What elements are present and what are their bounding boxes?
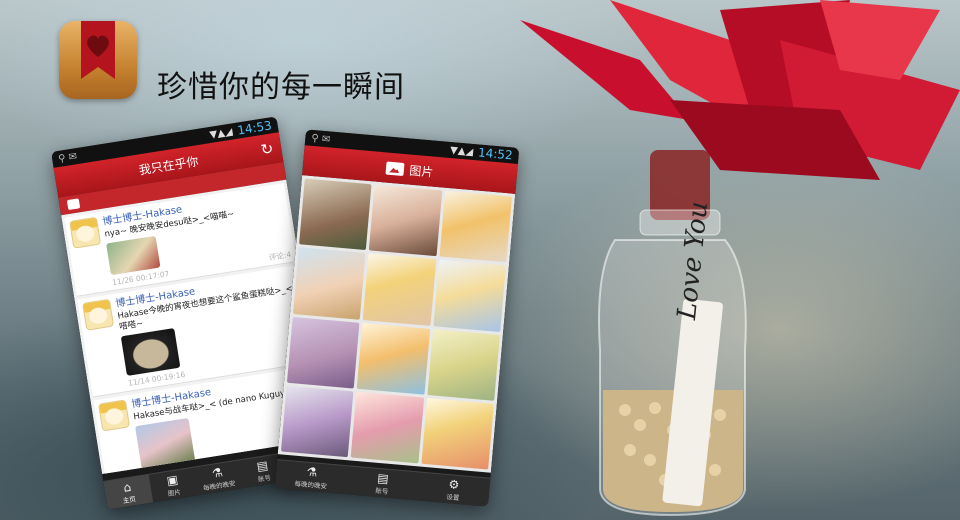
glass-bottle-image bbox=[598, 150, 747, 517]
status-time: 14:52 bbox=[477, 145, 514, 163]
phone-screenshot-gallery: ⚲ ✉ ▼▲◢ 14:52 图片 ⚗ 每晚的晚安 ▤ 账号 ⚙ 设置 bbox=[274, 129, 520, 507]
signal-icon: ▼▲◢ bbox=[208, 125, 234, 141]
photo-icon bbox=[385, 161, 406, 176]
home-icon: ⌂ bbox=[122, 479, 133, 495]
tab-label: 每晚的晚安 bbox=[294, 479, 328, 491]
grid-image[interactable] bbox=[350, 391, 424, 464]
post-image[interactable] bbox=[134, 417, 196, 470]
grid-image[interactable] bbox=[286, 316, 360, 389]
flask-icon: ⚗ bbox=[305, 464, 318, 480]
image-icon: ▣ bbox=[165, 471, 179, 488]
heart-bookmark-icon bbox=[81, 21, 115, 79]
tab-label: 图片 bbox=[167, 487, 182, 498]
notification-icons: ⚲ ✉ bbox=[310, 132, 331, 145]
notification-icons: ⚲ ✉ bbox=[57, 150, 78, 165]
grid-image[interactable] bbox=[280, 385, 354, 458]
refresh-icon[interactable]: ↻ bbox=[259, 139, 274, 159]
screen-title: 我只在乎你 bbox=[137, 153, 200, 177]
tab-label: 账号 bbox=[257, 473, 272, 484]
grid-image[interactable] bbox=[293, 247, 366, 320]
grid-image[interactable] bbox=[363, 253, 436, 326]
app-logo bbox=[59, 21, 137, 99]
avatar[interactable] bbox=[97, 399, 131, 432]
tab-label: 设置 bbox=[446, 492, 460, 502]
compose-icon[interactable] bbox=[66, 198, 81, 211]
tab-label: 账号 bbox=[375, 486, 389, 496]
image-grid bbox=[277, 175, 516, 473]
grid-image[interactable] bbox=[433, 259, 506, 332]
avatar[interactable] bbox=[82, 298, 115, 331]
grid-image[interactable] bbox=[439, 190, 513, 263]
grid-image[interactable] bbox=[299, 178, 372, 251]
grid-image[interactable] bbox=[427, 328, 500, 401]
grid-image[interactable] bbox=[369, 184, 442, 257]
id-card-icon: ▤ bbox=[376, 470, 390, 486]
page-title: 珍惜你的每一瞬间 bbox=[157, 70, 405, 105]
gear-icon: ⚙ bbox=[448, 476, 461, 492]
post-image[interactable] bbox=[106, 235, 161, 276]
id-card-icon: ▤ bbox=[255, 457, 269, 474]
comment-count[interactable]: 评论:4 bbox=[268, 250, 292, 263]
grid-image[interactable] bbox=[357, 322, 430, 395]
post-image[interactable] bbox=[120, 327, 181, 376]
tab-label: 主页 bbox=[122, 494, 137, 505]
flask-icon: ⚗ bbox=[210, 464, 224, 481]
signal-icon: ▼▲◢ bbox=[449, 144, 474, 158]
screen-title: 图片 bbox=[408, 163, 434, 180]
avatar[interactable] bbox=[69, 216, 102, 249]
tab-label: 每晚的晚安 bbox=[202, 478, 236, 492]
grid-image[interactable] bbox=[421, 397, 494, 470]
